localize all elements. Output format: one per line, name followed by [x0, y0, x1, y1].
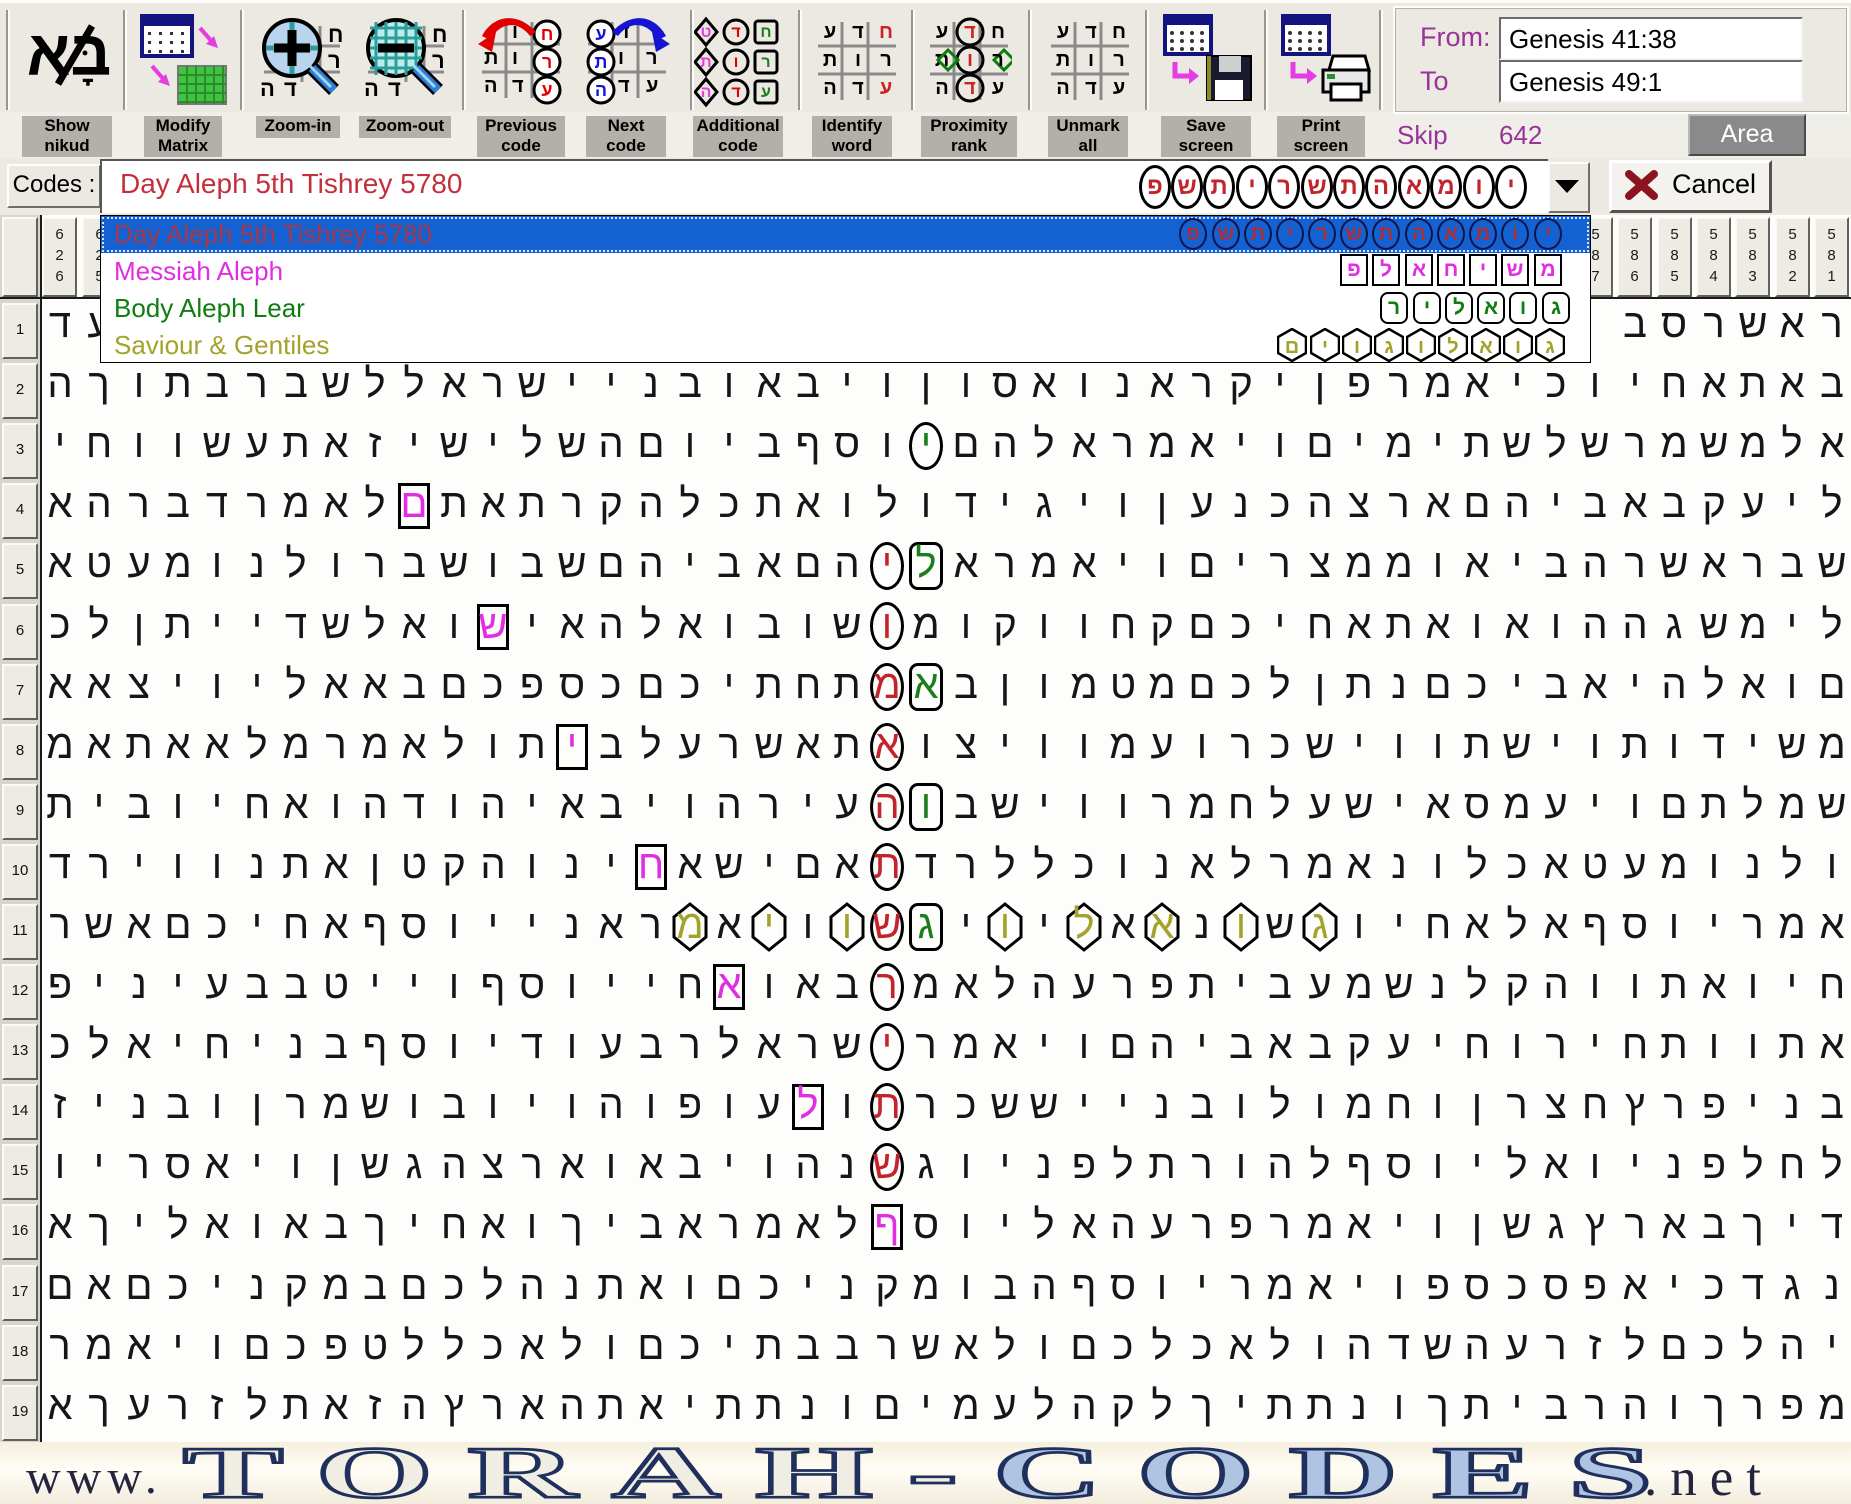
svg-text:ה: ה — [1056, 77, 1070, 99]
svg-text:ו: ו — [1354, 336, 1360, 358]
svg-text:ו: ו — [967, 49, 973, 71]
svg-text:ד: ד — [512, 75, 524, 97]
svg-text:ר: ר — [328, 48, 341, 73]
svg-text:ע: ע — [1113, 77, 1125, 99]
svg-text:ו: ו — [1515, 336, 1521, 358]
svg-text:ע: ע — [1057, 21, 1069, 43]
svg-text:ם: ם — [1285, 336, 1299, 358]
svg-text:ד: ד — [852, 21, 864, 43]
svg-text:ה: ה — [935, 77, 949, 99]
svg-text:ע: ע — [992, 77, 1004, 99]
svg-text:ד: ד — [618, 75, 630, 97]
svg-text:ת: ת — [823, 49, 837, 71]
svg-text:ו: ו — [1088, 49, 1094, 71]
svg-text:ר: ר — [992, 49, 1004, 71]
svg-text:ט: ט — [700, 24, 711, 41]
svg-text:ת: ת — [700, 54, 711, 71]
svg-text:ח: ח — [432, 22, 447, 47]
svg-text:ח: ח — [760, 24, 771, 41]
svg-text:ו: ו — [618, 47, 624, 69]
svg-text:ח: ח — [879, 21, 893, 43]
svg-text:ה: ה — [364, 76, 379, 100]
svg-text:ר: ר — [542, 52, 552, 72]
svg-text:ת: ת — [595, 52, 608, 72]
svg-text:ה: ה — [701, 84, 712, 101]
svg-text:ר: ר — [761, 54, 770, 71]
svg-text:ד: ד — [388, 76, 401, 100]
svg-text:ע: ע — [541, 80, 552, 100]
svg-text:ה: ה — [260, 76, 275, 100]
svg-text:ד: ד — [284, 76, 297, 100]
svg-text:ע: ע — [936, 21, 948, 43]
svg-text:ר: ר — [432, 48, 445, 73]
svg-text:ד: ד — [964, 77, 976, 99]
svg-text:ד: ד — [731, 24, 740, 41]
svg-text:ע: ע — [880, 77, 892, 99]
svg-text:ו: ו — [855, 49, 861, 71]
svg-text:ה: ה — [823, 77, 837, 99]
svg-text:י: י — [1322, 336, 1328, 358]
svg-text:ד: ד — [1085, 77, 1097, 99]
svg-text:ר: ר — [1113, 49, 1125, 71]
svg-text:ל: ל — [1447, 336, 1458, 358]
svg-text:ת: ת — [1056, 49, 1070, 71]
svg-text:ח: ח — [328, 22, 343, 47]
svg-text:ע: ע — [824, 21, 836, 43]
svg-text:ג: ג — [1545, 336, 1555, 358]
svg-text:ה: ה — [484, 75, 498, 97]
svg-text:ע: ע — [646, 75, 658, 97]
svg-text:ו: ו — [1418, 336, 1424, 358]
svg-text:ח: ח — [541, 24, 554, 44]
svg-text:ה: ה — [595, 80, 607, 100]
svg-text:ע: ע — [595, 24, 606, 44]
svg-text:א: א — [1479, 336, 1493, 358]
svg-text:ו: ו — [512, 47, 518, 69]
svg-text:ע: ע — [761, 84, 771, 101]
svg-text:ח: ח — [1112, 21, 1126, 43]
svg-text:ד: ד — [731, 84, 740, 101]
svg-text:ד: ד — [852, 77, 864, 99]
svg-text:ד: ד — [1085, 21, 1097, 43]
svg-text:ר: ר — [880, 49, 892, 71]
svg-text:ו: ו — [734, 54, 739, 71]
svg-text:ג: ג — [1384, 336, 1394, 358]
svg-text:ד: ד — [964, 21, 976, 43]
svg-text:ח: ח — [991, 21, 1005, 43]
